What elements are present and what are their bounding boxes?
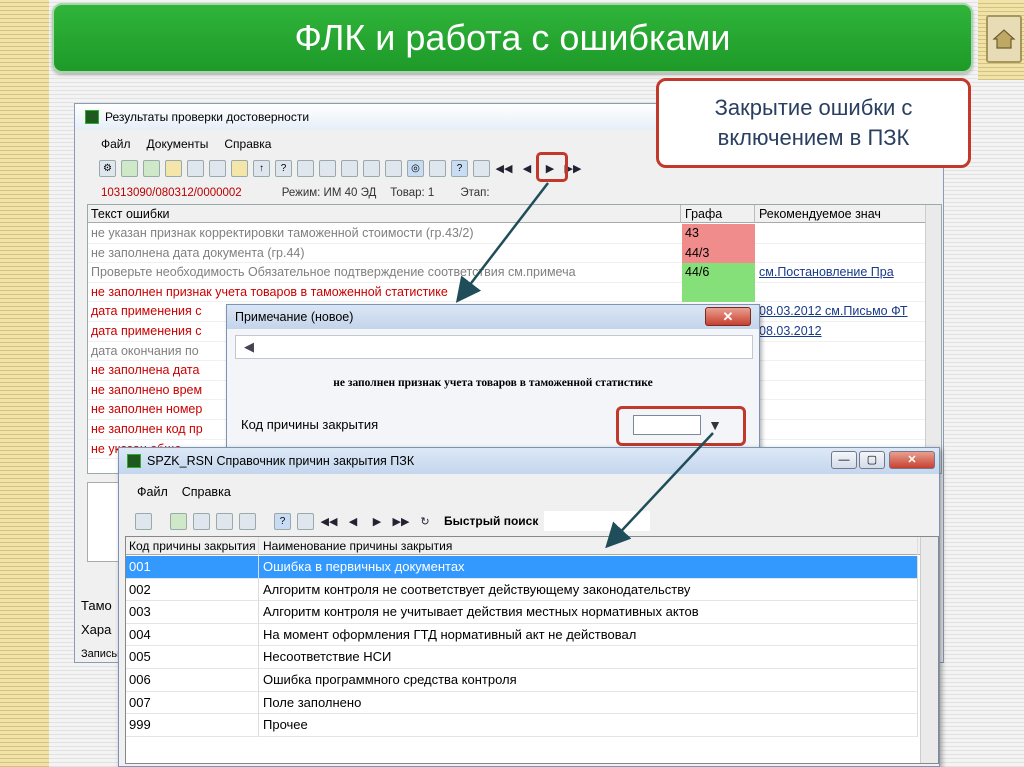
callout-box: Закрытие ошибки с включением в ПЗК (656, 78, 971, 168)
arrow-to-reference (605, 432, 714, 549)
arrow-to-dialog (455, 182, 549, 303)
callout-text: Закрытие ошибки с включением в ПЗК (714, 95, 913, 150)
